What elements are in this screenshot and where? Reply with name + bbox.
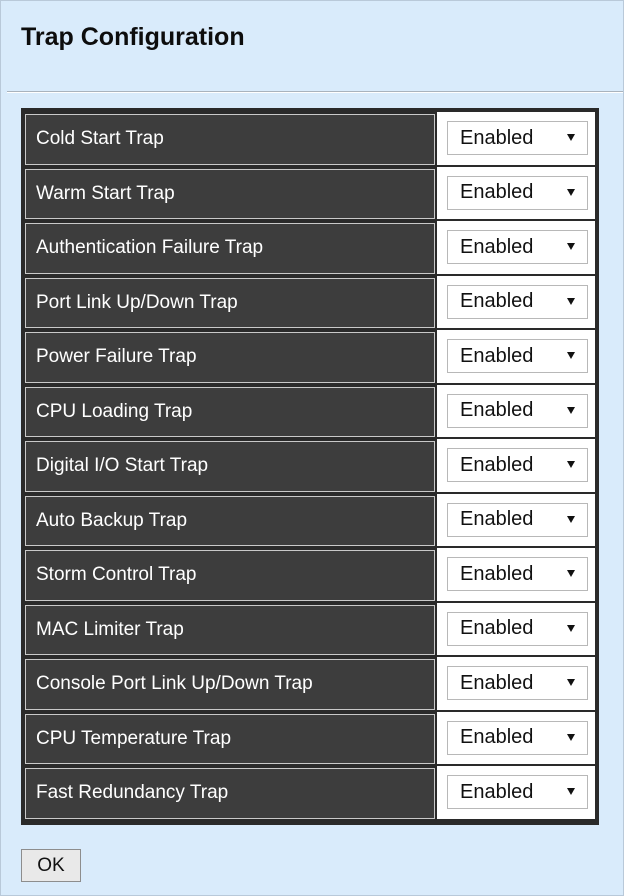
trap-state-select[interactable]: Enabled xyxy=(447,121,588,156)
trap-configuration-panel: Trap Configuration Cold Start Trap Enabl… xyxy=(0,0,624,896)
trap-settings-table: Cold Start Trap Enabled Warm Start Trap … xyxy=(21,108,599,825)
trap-state-select[interactable]: Enabled xyxy=(447,557,588,592)
dropdown-caret-icon xyxy=(567,297,575,305)
ok-button[interactable]: OK xyxy=(21,849,81,882)
divider xyxy=(7,91,623,93)
table-row: Authentication Failure Trap Enabled xyxy=(25,221,595,276)
trap-state-select[interactable]: Enabled xyxy=(447,720,588,755)
trap-label: Authentication Failure Trap xyxy=(25,223,435,274)
dropdown-caret-icon xyxy=(567,570,575,578)
dropdown-caret-icon xyxy=(567,352,575,360)
table-row: Warm Start Trap Enabled xyxy=(25,166,595,222)
trap-label: Warm Start Trap xyxy=(25,168,435,219)
table-row: Storm Control Trap Enabled xyxy=(25,548,595,603)
table-row: MAC Limiter Trap Enabled xyxy=(25,602,595,658)
dropdown-caret-icon xyxy=(567,679,575,687)
trap-label: Fast Redundancy Trap xyxy=(25,768,435,819)
table-row: Console Port Link Up/Down Trap Enabled xyxy=(25,657,595,712)
trap-state-select[interactable]: Enabled xyxy=(447,502,588,537)
trap-label: CPU Temperature Trap xyxy=(25,713,435,764)
trap-label: MAC Limiter Trap xyxy=(25,604,435,655)
dropdown-caret-icon xyxy=(567,134,575,142)
table-row: Auto Backup Trap Enabled xyxy=(25,493,595,549)
dropdown-caret-icon xyxy=(567,461,575,469)
trap-state-select[interactable]: Enabled xyxy=(447,393,588,428)
trap-state-select[interactable]: Enabled xyxy=(447,284,588,319)
page-title: Trap Configuration xyxy=(21,23,245,51)
dropdown-caret-icon xyxy=(567,188,575,196)
trap-state-select[interactable]: Enabled xyxy=(447,448,588,483)
table-row: CPU Temperature Trap Enabled xyxy=(25,711,595,767)
trap-state-select[interactable]: Enabled xyxy=(447,339,588,374)
dropdown-caret-icon xyxy=(567,788,575,796)
table-row: Fast Redundancy Trap Enabled xyxy=(25,766,595,821)
table-row: Port Link Up/Down Trap Enabled xyxy=(25,275,595,331)
table-row: Digital I/O Start Trap Enabled xyxy=(25,439,595,494)
dropdown-caret-icon xyxy=(567,624,575,632)
trap-state-select[interactable]: Enabled xyxy=(447,611,588,646)
trap-state-select[interactable]: Enabled xyxy=(447,175,588,210)
table-row: Cold Start Trap Enabled xyxy=(25,112,595,167)
trap-label: Port Link Up/Down Trap xyxy=(25,277,435,328)
trap-label: Console Port Link Up/Down Trap xyxy=(25,659,435,710)
trap-state-select[interactable]: Enabled xyxy=(447,666,588,701)
trap-label: CPU Loading Trap xyxy=(25,386,435,437)
table-row: Power Failure Trap Enabled xyxy=(25,330,595,385)
table-row: CPU Loading Trap Enabled xyxy=(25,384,595,440)
trap-label: Digital I/O Start Trap xyxy=(25,441,435,492)
trap-label: Storm Control Trap xyxy=(25,550,435,601)
dropdown-caret-icon xyxy=(567,243,575,251)
trap-label: Power Failure Trap xyxy=(25,332,435,383)
dropdown-caret-icon xyxy=(567,733,575,741)
trap-state-select[interactable]: Enabled xyxy=(447,230,588,265)
dropdown-caret-icon xyxy=(567,406,575,414)
dropdown-caret-icon xyxy=(567,515,575,523)
trap-label: Auto Backup Trap xyxy=(25,495,435,546)
trap-label: Cold Start Trap xyxy=(25,114,435,165)
trap-state-select[interactable]: Enabled xyxy=(447,775,588,810)
